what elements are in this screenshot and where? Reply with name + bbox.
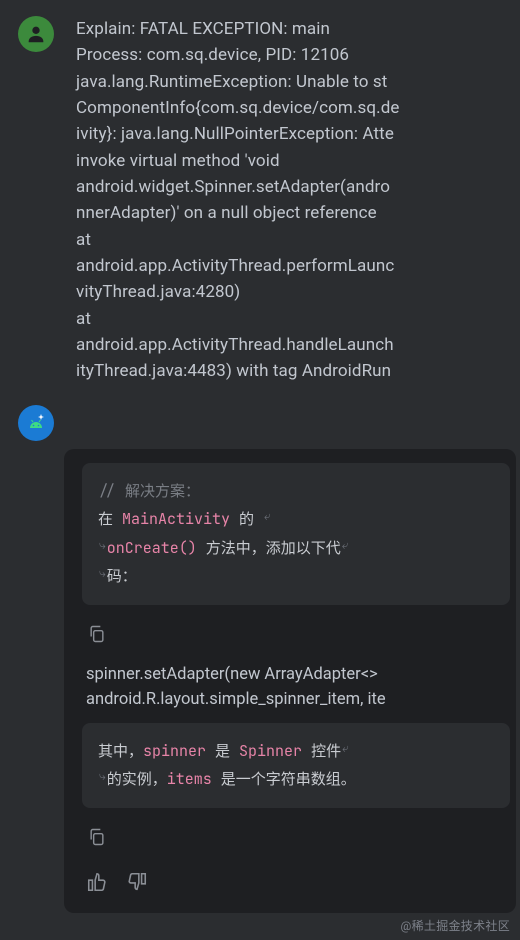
thumbs-down-button[interactable] [126, 871, 148, 893]
user-message-text: Explain: FATAL EXCEPTION: main Process: … [76, 16, 508, 385]
copy-icon [87, 827, 107, 847]
code-line: ⤷码： [98, 562, 494, 591]
thumbs-up-button[interactable] [86, 871, 108, 893]
person-icon [25, 23, 47, 45]
code-line: ⤷的实例，items 是一个字符串数组。 [98, 765, 494, 794]
code-block-solution: // 解决方案： 在 MainActivity 的 ⤶ ⤷onCreate() … [82, 463, 510, 605]
user-message-body: Explain: FATAL EXCEPTION: main Process: … [76, 16, 508, 385]
code-block-explanation: 其中，spinner 是 Spinner 控件⤶ ⤷的实例，items 是一个字… [82, 723, 510, 808]
bot-message [6, 405, 520, 441]
user-avatar [18, 16, 54, 52]
copy-icon [87, 624, 107, 644]
wrap-icon: ⤶ [342, 534, 349, 557]
code-comment: // 解决方案： [98, 477, 494, 506]
copy-row [82, 617, 510, 658]
code-line: 其中，spinner 是 Spinner 控件⤶ [98, 737, 494, 766]
chat-container: Explain: FATAL EXCEPTION: main Process: … [0, 0, 520, 913]
response-text: spinner.setAdapter(new ArrayAdapter<> an… [82, 658, 510, 723]
copy-row [82, 820, 510, 861]
watermark: @稀土掘金技术社区 [401, 917, 510, 934]
wrap-icon: ⤷ [99, 562, 106, 585]
copy-button[interactable] [86, 623, 108, 645]
code-line: 在 MainActivity 的 ⤶ [98, 505, 494, 534]
thumbs-up-icon [86, 871, 108, 893]
wrap-icon: ⤶ [342, 737, 349, 760]
android-sparkle-icon [24, 411, 48, 435]
thumbs-down-icon [126, 871, 148, 893]
wrap-icon: ⤷ [99, 534, 106, 557]
bot-avatar [18, 405, 54, 441]
wrap-icon: ⤷ [99, 765, 106, 788]
bot-response-panel: // 解决方案： 在 MainActivity 的 ⤶ ⤷onCreate() … [64, 449, 516, 913]
wrap-icon: ⤶ [264, 505, 271, 528]
user-message: Explain: FATAL EXCEPTION: main Process: … [6, 16, 520, 385]
copy-button[interactable] [86, 826, 108, 848]
code-line: ⤷onCreate() 方法中，添加以下代⤶ [98, 534, 494, 563]
feedback-row [82, 861, 510, 897]
